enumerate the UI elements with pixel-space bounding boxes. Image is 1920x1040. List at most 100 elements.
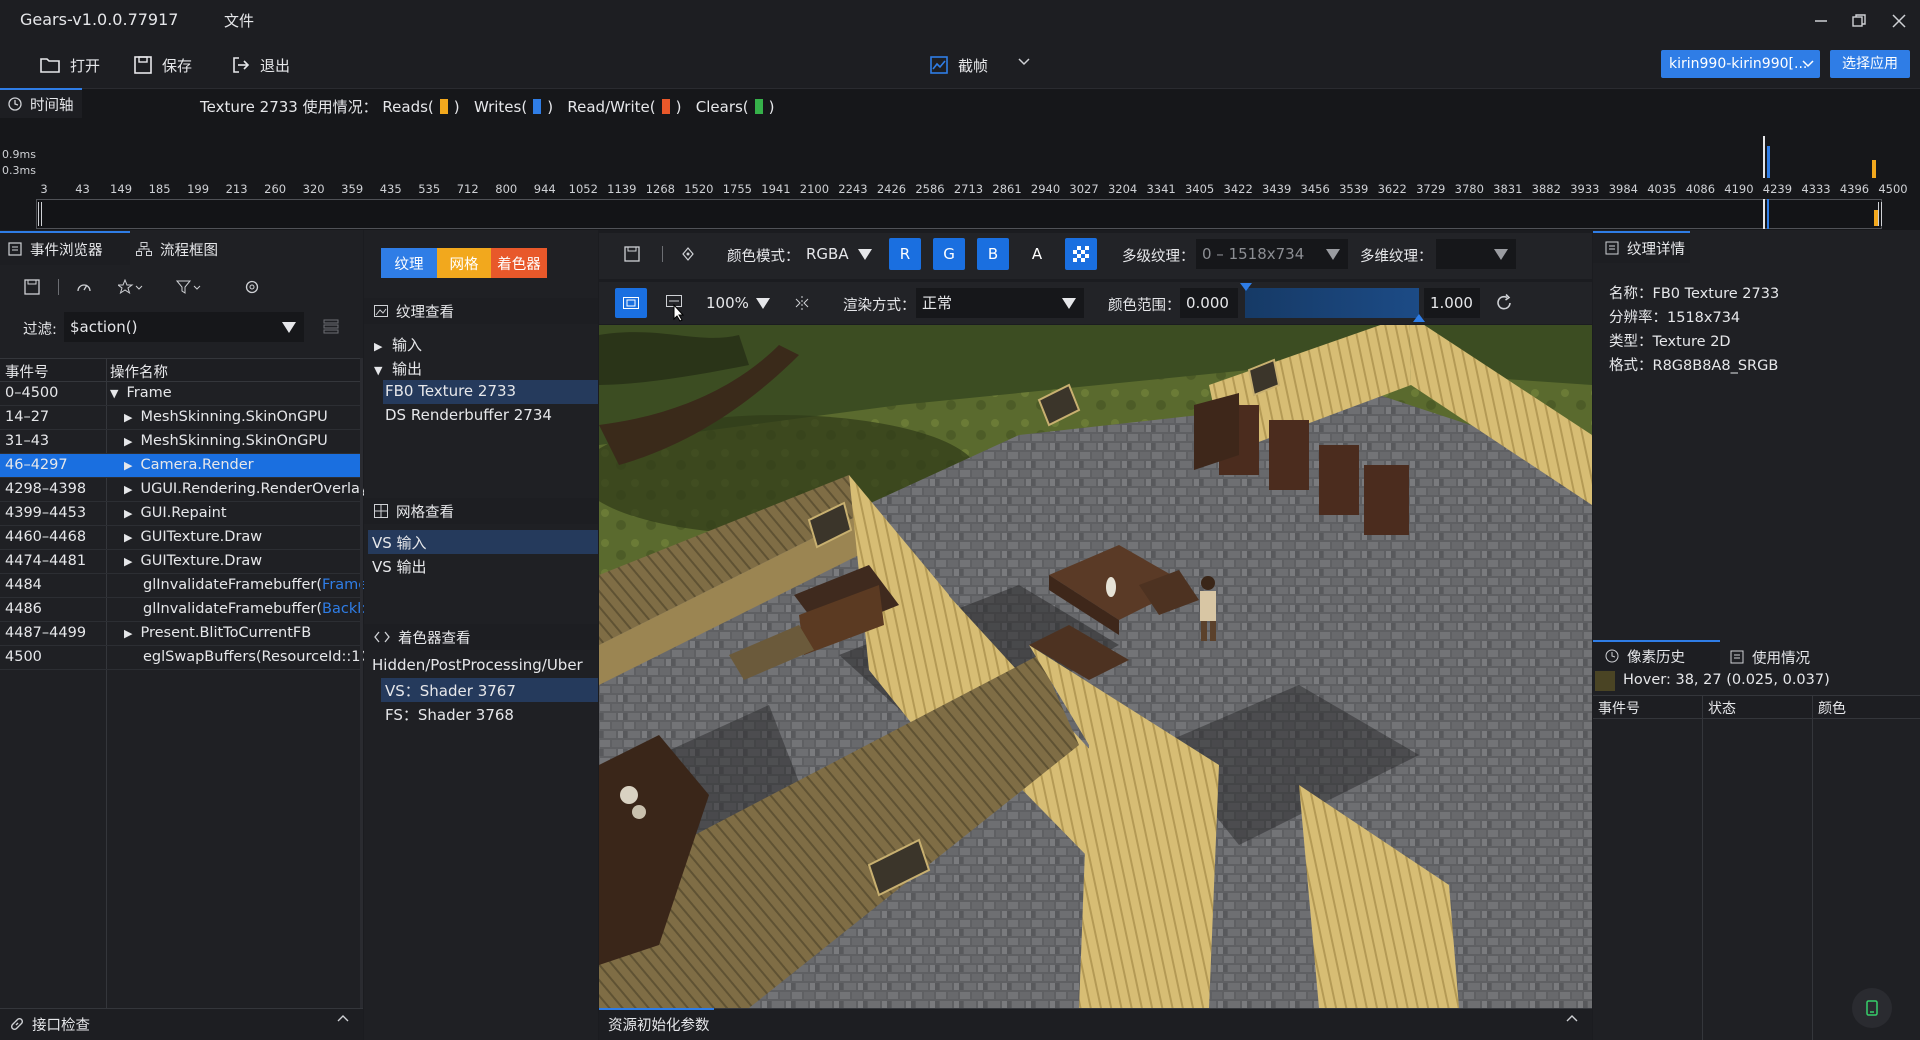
collapsed-icon[interactable]: ▶ [124,507,132,520]
event-row[interactable]: 4298–4398 ▶ UGUI.Rendering.RenderOverlays [0,478,374,502]
event-row[interactable]: 4486 glInvalidateFramebuffer(Backbu [0,598,374,622]
event-row[interactable]: 46–4297 ▶ Camera.Render [0,454,363,478]
flip-icon[interactable] [794,295,810,311]
detail-name: 名称：FB0 Texture 2733 [1609,286,1780,302]
pick-pixel-icon[interactable] [680,246,696,262]
tab-interface-check[interactable]: 接口检查 [8,1008,90,1040]
timeline-tick-label: 3933 [1570,182,1600,196]
slice-select[interactable] [1436,239,1516,269]
collapsed-icon[interactable]: ▶ [124,411,132,424]
channel-a-toggle[interactable]: A [1021,238,1053,270]
gauge-icon[interactable] [76,279,92,295]
tree-item-ds-renderbuffer[interactable]: DS Renderbuffer 2734 [385,406,552,424]
tab-texture-details[interactable]: 纹理详情 [1593,231,1690,263]
event-row[interactable]: 4474–4481 ▶ GUITexture.Draw [0,550,363,574]
filter-input[interactable]: $action() [64,312,304,342]
fit-view-toggle[interactable] [615,288,647,318]
capture-button[interactable]: 截帧 [930,52,988,78]
channel-g-toggle[interactable]: G [933,238,965,270]
event-row[interactable]: 4460–4468 ▶ GUITexture.Draw [0,526,363,550]
usage-prefix: Texture 2733 使用情况： [200,98,378,116]
col-event-id[interactable]: 事件号 [5,361,49,382]
filter-label: 过滤: [23,322,57,338]
save-texture-icon[interactable] [624,246,640,262]
collapsed-icon[interactable]: ▶ [124,435,132,448]
event-row[interactable]: 4484 glInvalidateFramebuffer(Frameb [0,574,374,598]
tab-pixel-history[interactable]: 像素历史 [1593,640,1720,670]
range-min-input[interactable]: 0.000 [1180,288,1238,318]
event-row[interactable]: 4399–4453 ▶ GUI.Repaint [0,502,363,526]
tree-input[interactable]: ▶ 输入 [374,334,422,355]
tab-flow-chart[interactable]: 流程框图 [134,233,218,265]
render-mode-select[interactable]: 正常 [916,288,1084,318]
checkerboard-toggle[interactable] [1065,238,1097,270]
settings-icon[interactable] [244,279,260,295]
tab-shader[interactable]: 着色器 [491,248,547,278]
reset-range-icon[interactable] [1495,294,1513,312]
filter-options-icon[interactable] [323,318,339,334]
tree-output[interactable]: ▼ 输出 [374,358,422,379]
minimize-icon[interactable] [1808,8,1834,34]
tab-resource-init[interactable]: 资源初始化参数 [608,1008,710,1040]
collapsed-icon[interactable]: ▶ [124,459,132,472]
save-button[interactable]: 保存 [134,52,192,78]
channel-r-toggle[interactable]: R [889,238,921,270]
event-row[interactable]: 31–43 ▶ MeshSkinning.SkinOnGPU [0,430,363,454]
choose-app-button[interactable]: 选择应用 [1830,50,1910,78]
exit-button[interactable]: 退出 [232,52,290,78]
tab-timeline[interactable]: 时间轴 [0,88,82,118]
range-max-input[interactable]: 1.000 [1424,288,1480,318]
capture-dropdown-chevron-icon[interactable] [1018,58,1030,66]
tab-texture[interactable]: 纹理 [381,248,437,278]
tree-item-fs-shader[interactable]: FS：Shader 3768 [385,704,514,725]
star-icon[interactable] [118,279,144,295]
save-events-icon[interactable] [24,279,40,295]
col-pixel-state[interactable]: 状态 [1708,698,1736,718]
collapsed-icon[interactable]: ▶ [124,483,132,496]
event-row[interactable]: 0–4500 ▼ Frame [0,382,363,406]
col-pixel-color[interactable]: 颜色 [1818,698,1846,718]
timeline-tick-label: 3027 [1069,182,1099,196]
scrubber-left-handle[interactable] [38,202,42,226]
close-icon[interactable] [1886,8,1912,34]
color-mode-select[interactable]: RGBA [800,239,880,269]
col-pixel-event[interactable]: 事件号 [1598,698,1640,718]
zoom-select[interactable]: 100% [700,288,778,318]
event-row[interactable]: 4487–4499 ▶ Present.BlitToCurrentFB [0,622,363,646]
channel-b-toggle[interactable]: B [977,238,1009,270]
scrubber-cursor[interactable] [1763,199,1765,229]
timeline-scrubber[interactable] [36,199,1882,229]
tree-item-vs-shader[interactable]: VS：Shader 3767 [381,678,598,702]
collapsed-icon[interactable]: ▶ [124,555,132,568]
tab-usage[interactable]: 使用情况 [1730,642,1810,672]
expanded-icon[interactable]: ▼ [110,387,118,400]
range-slider-track[interactable] [1245,288,1419,318]
expand-up-icon[interactable] [1566,1014,1578,1022]
tab-event-browser[interactable]: 事件浏览器 [0,231,130,265]
tab-event-browser-label: 事件浏览器 [30,242,103,259]
col-operation-name[interactable]: 操作名称 [110,361,168,382]
open-button[interactable]: 打开 [40,52,100,78]
timeline-cursor[interactable] [1763,136,1765,178]
restore-icon[interactable] [1846,8,1872,34]
collapsed-icon[interactable]: ▶ [124,531,132,544]
tree-item-fbo-texture[interactable]: FB0 Texture 2733 [383,380,598,404]
mip-select[interactable]: 0 – 1518x734 [1196,239,1348,269]
texture-canvas[interactable] [599,325,1592,1008]
range-min-handle[interactable] [1240,283,1252,291]
filter-icon[interactable] [176,279,202,295]
device-status-button[interactable] [1852,988,1892,1028]
tree-item-vs-output[interactable]: VS 输出 [372,556,427,577]
tab-mesh[interactable]: 网格 [437,248,491,278]
event-row[interactable]: 14–27 ▶ MeshSkinning.SkinOnGPU [0,406,363,430]
collapsed-icon[interactable]: ▶ [124,627,132,640]
tree-item-vs-input[interactable]: VS 输入 [368,530,598,554]
event-scrollbar[interactable] [360,358,363,1008]
mouse-cursor-icon [673,304,685,322]
event-row[interactable]: 4500 eglSwapBuffers(ResourceId::10 [0,646,370,670]
event-id: 4484 [5,577,42,593]
scrubber-right-handle[interactable] [1878,202,1882,226]
menu-file[interactable]: 文件 [224,10,254,31]
expand-up-icon[interactable] [337,1014,349,1022]
device-select[interactable]: kirin990-kirin990[... [1661,50,1820,78]
